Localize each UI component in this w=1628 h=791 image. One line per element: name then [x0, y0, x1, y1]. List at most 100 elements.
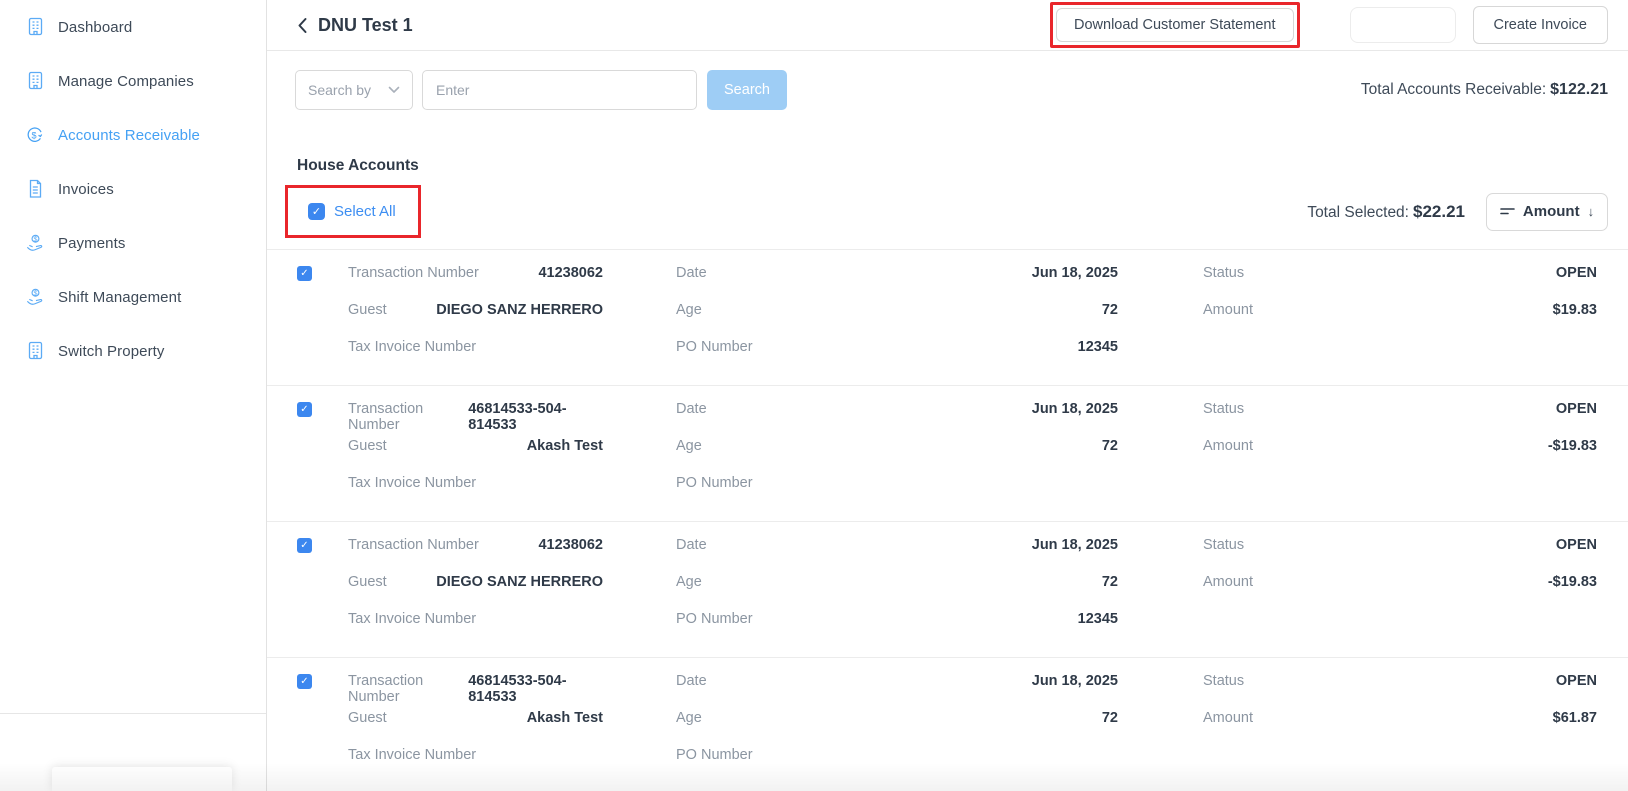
row-checkbox[interactable]: ✓	[297, 402, 312, 417]
sidebar-item-dashboard[interactable]: Dashboard	[0, 0, 266, 54]
sidebar-footer-divider	[0, 713, 266, 714]
amount-value: -$19.83	[1548, 438, 1597, 455]
field-label: Amount	[1203, 438, 1253, 455]
sort-button-label: Amount	[1523, 203, 1580, 220]
transaction-row[interactable]: ✓ Transaction Number41238062 GuestDIEGO …	[267, 249, 1628, 385]
transaction-row[interactable]: ✓ Transaction Number46814533-504-814533 …	[267, 657, 1628, 791]
transaction-number-value: 41238062	[538, 265, 603, 282]
total-selected-label: Total Selected:	[1307, 204, 1409, 221]
sidebar: Dashboard Manage Companies $ Accounts Re…	[0, 0, 267, 791]
guest-value: Akash Test	[527, 438, 603, 455]
field-label: Guest	[348, 438, 387, 455]
main-content: DNU Test 1 Download Customer Statement C…	[267, 0, 1628, 791]
transaction-number-value: 46814533-504-814533	[468, 673, 603, 690]
field-label: Status	[1203, 537, 1244, 554]
field-label: Tax Invoice Number	[348, 339, 476, 356]
page-header: DNU Test 1 Download Customer Statement C…	[267, 0, 1628, 51]
sidebar-footer-card	[52, 767, 232, 791]
row-checkbox[interactable]: ✓	[297, 674, 312, 689]
select-all-label[interactable]: Select All	[334, 203, 396, 220]
field-label: Transaction Number	[348, 673, 468, 690]
sidebar-item-switch-property[interactable]: Switch Property	[0, 324, 266, 378]
status-value: OPEN	[1556, 673, 1597, 690]
amount-value: $61.87	[1553, 710, 1597, 727]
field-label: Date	[676, 537, 707, 554]
sort-lines-icon	[1500, 206, 1515, 218]
create-invoice-button[interactable]: Create Invoice	[1473, 6, 1609, 44]
row-checkbox[interactable]: ✓	[297, 266, 312, 281]
status-value: OPEN	[1556, 265, 1597, 282]
sort-direction-arrow-icon: ↓	[1588, 204, 1595, 219]
guest-value: DIEGO SANZ HERRERO	[436, 302, 603, 319]
field-label: Guest	[348, 302, 387, 319]
sidebar-item-label: Switch Property	[58, 343, 165, 360]
search-input[interactable]	[422, 70, 697, 110]
total-ar-label: Total Accounts Receivable:	[1361, 81, 1546, 98]
svg-text:$: $	[33, 289, 37, 297]
back-icon[interactable]	[297, 17, 308, 34]
building-icon	[25, 341, 45, 361]
select-all-checkbox[interactable]: ✓	[308, 203, 325, 220]
sidebar-item-label: Payments	[58, 235, 126, 252]
amount-value: $19.83	[1553, 302, 1597, 319]
chevron-down-icon	[388, 86, 400, 94]
transaction-row[interactable]: ✓ Transaction Number41238062 GuestDIEGO …	[267, 521, 1628, 657]
transaction-number-value: 41238062	[538, 537, 603, 554]
total-selected: Total Selected:$22.21	[1307, 202, 1465, 222]
svg-text:$: $	[32, 130, 37, 140]
date-value: Jun 18, 2025	[1032, 265, 1118, 282]
status-value: OPEN	[1556, 537, 1597, 554]
search-by-dropdown[interactable]: Search by	[295, 70, 413, 110]
field-label: Transaction Number	[348, 537, 479, 554]
field-label: Tax Invoice Number	[348, 611, 476, 628]
po-number-value: 12345	[1078, 339, 1118, 356]
field-label: Guest	[348, 710, 387, 727]
field-label: Tax Invoice Number	[348, 475, 476, 492]
sidebar-item-manage-companies[interactable]: Manage Companies	[0, 54, 266, 108]
field-label: Age	[676, 574, 702, 591]
date-value: Jun 18, 2025	[1032, 401, 1118, 418]
field-label: Transaction Number	[348, 401, 468, 418]
sort-amount-button[interactable]: Amount ↓	[1486, 193, 1608, 231]
transaction-number-value: 46814533-504-814533	[468, 401, 603, 418]
svg-text:$: $	[33, 235, 37, 243]
sidebar-item-label: Dashboard	[58, 19, 132, 36]
field-label: Amount	[1203, 574, 1253, 591]
field-label: PO Number	[676, 747, 753, 764]
field-label: Status	[1203, 673, 1244, 690]
date-value: Jun 18, 2025	[1032, 673, 1118, 690]
field-label: Date	[676, 265, 707, 282]
transaction-row[interactable]: ✓ Transaction Number46814533-504-814533 …	[267, 385, 1628, 521]
field-label: PO Number	[676, 611, 753, 628]
field-label: Age	[676, 710, 702, 727]
field-label: Tax Invoice Number	[348, 747, 476, 764]
age-value: 72	[1102, 574, 1118, 591]
sidebar-item-shift-management[interactable]: $ Shift Management	[0, 270, 266, 324]
document-icon	[25, 179, 45, 199]
field-label: PO Number	[676, 339, 753, 356]
field-label: Amount	[1203, 302, 1253, 319]
amount-value: -$19.83	[1548, 574, 1597, 591]
guest-value: Akash Test	[527, 710, 603, 727]
field-label: Amount	[1203, 710, 1253, 727]
search-by-label: Search by	[308, 82, 371, 98]
po-number-value: 12345	[1078, 611, 1118, 628]
sidebar-item-accounts-receivable[interactable]: $ Accounts Receivable	[0, 108, 266, 162]
building-icon	[25, 17, 45, 37]
download-customer-statement-button[interactable]: Download Customer Statement	[1056, 8, 1294, 42]
field-label: Age	[676, 438, 702, 455]
row-checkbox[interactable]: ✓	[297, 538, 312, 553]
dollar-cycle-icon: $	[25, 125, 45, 145]
age-value: 72	[1102, 438, 1118, 455]
empty-ghost-button[interactable]	[1350, 7, 1456, 43]
sidebar-item-invoices[interactable]: Invoices	[0, 162, 266, 216]
field-label: Status	[1203, 401, 1244, 418]
check-icon: ✓	[300, 676, 308, 687]
search-button[interactable]: Search	[707, 70, 787, 110]
check-icon: ✓	[300, 268, 308, 279]
age-value: 72	[1102, 710, 1118, 727]
annotation-box-download: Download Customer Statement	[1050, 2, 1300, 48]
status-value: OPEN	[1556, 401, 1597, 418]
field-label: Status	[1203, 265, 1244, 282]
sidebar-item-payments[interactable]: $ Payments	[0, 216, 266, 270]
